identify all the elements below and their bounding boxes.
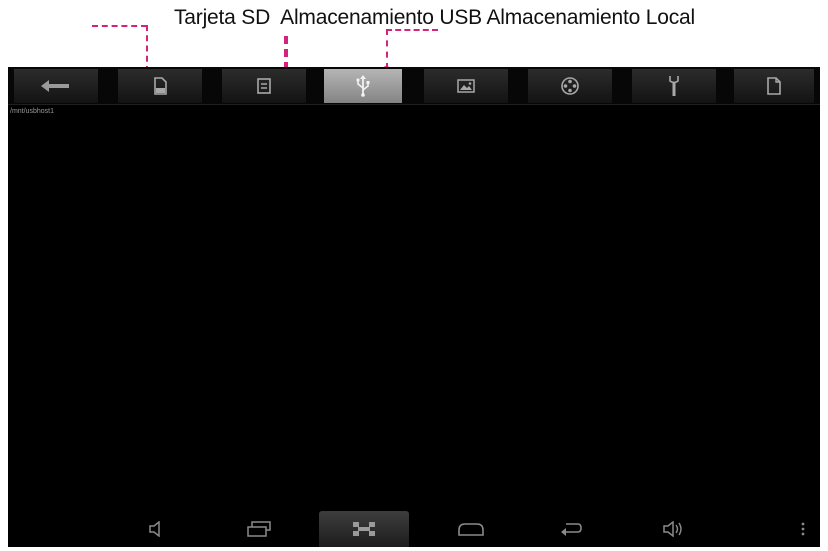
video-reel-icon	[561, 77, 579, 95]
recent-apps-button[interactable]	[234, 513, 284, 545]
tools-tab[interactable]	[632, 69, 716, 103]
document-icon	[767, 77, 781, 95]
menu-button[interactable]	[788, 513, 818, 545]
usb-icon	[356, 75, 370, 97]
page: Tarjeta SD Almacenamiento USB Almacenami…	[0, 0, 828, 551]
back-button[interactable]	[14, 69, 98, 103]
leader-line-usb-horizontal	[386, 29, 438, 31]
file-list-area[interactable]	[8, 107, 820, 505]
pictures-tab[interactable]	[424, 69, 508, 103]
file-manager-screen: /mnt/usbhost1	[8, 67, 820, 547]
picture-icon	[457, 79, 475, 93]
sd-card-icon	[154, 77, 167, 95]
back-icon	[561, 523, 582, 536]
menu-dots-icon	[801, 522, 805, 536]
tools-icon	[669, 76, 679, 96]
callout-label-sd: Tarjeta SD	[174, 6, 271, 29]
storage-toolbar	[8, 67, 820, 105]
local-storage-tab[interactable]	[222, 69, 306, 103]
leader-line-sd-horizontal	[92, 25, 147, 27]
callout-labels: Tarjeta SD Almacenamiento USB Almacenami…	[174, 6, 695, 30]
screenshot-icon	[353, 522, 375, 536]
usb-storage-tab[interactable]	[324, 69, 402, 103]
video-tab[interactable]	[528, 69, 612, 103]
leader-line-local-vertical	[284, 36, 288, 70]
callout-label-local: Almacenamiento Local	[486, 6, 695, 29]
leader-line-usb-vertical	[386, 29, 388, 69]
volume-down-button[interactable]	[132, 513, 182, 545]
leader-line-sd-vertical	[146, 25, 148, 72]
volume-up-button[interactable]	[648, 513, 698, 545]
back-nav-button[interactable]	[546, 513, 596, 545]
callout-label-usb: Almacenamiento USB	[275, 6, 482, 29]
volume-up-icon	[663, 521, 682, 537]
system-navigation-bar	[8, 509, 820, 547]
sd-card-tab[interactable]	[118, 69, 202, 103]
back-arrow-icon	[41, 80, 69, 92]
local-storage-icon	[257, 78, 271, 94]
current-path: /mnt/usbhost1	[10, 108, 54, 115]
recent-apps-icon	[247, 521, 271, 537]
home-button[interactable]	[446, 513, 496, 545]
home-icon	[458, 523, 484, 536]
screenshot-button[interactable]	[319, 511, 409, 547]
documents-tab[interactable]	[734, 69, 814, 103]
volume-down-icon	[149, 521, 160, 537]
